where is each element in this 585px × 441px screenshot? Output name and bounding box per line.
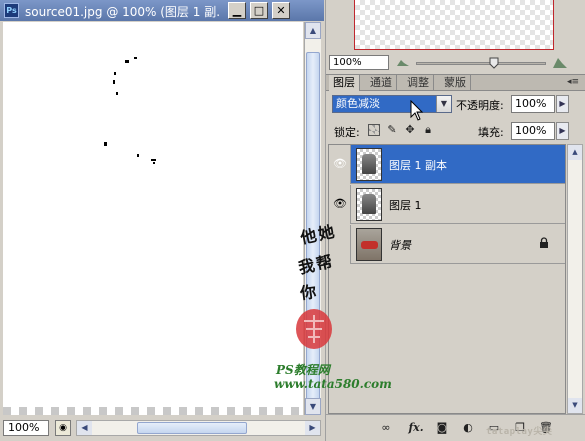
blend-row: 颜色减淡 ▼ 不透明度: 100% ▶	[326, 92, 585, 116]
layer-row[interactable]: 👁︎ 图层 1 副本	[329, 145, 565, 184]
blend-mode-select[interactable]: 颜色减淡 ▼	[332, 95, 452, 113]
scroll-up-icon[interactable]: ▲	[305, 22, 321, 39]
lock-label: 锁定:	[334, 126, 360, 139]
document-title: source01.jpg @ 100% (图层 1 副...	[25, 5, 221, 19]
lock-transparency-icon[interactable]	[368, 124, 380, 136]
photoshop-icon: Ps	[4, 3, 19, 18]
close-icon: ✕	[276, 4, 286, 17]
layer-name: 图层 1 副本	[389, 159, 447, 172]
visibility-toggle[interactable]	[329, 225, 351, 264]
minimize-button[interactable]: ▁	[228, 2, 246, 19]
fill-label: 填充:	[478, 126, 504, 139]
scroll-right-icon[interactable]: ▶	[305, 421, 320, 435]
maximize-button[interactable]: □	[250, 2, 268, 19]
layer-thumbnail	[356, 188, 382, 221]
navigator-zoom-slider[interactable]	[416, 62, 546, 65]
canvas-speck	[134, 57, 137, 59]
visibility-toggle[interactable]: 👁︎	[329, 185, 351, 224]
tab-masks[interactable]: 蒙版	[440, 75, 471, 91]
layer-row[interactable]: 背景	[329, 225, 565, 264]
zoom-in-icon[interactable]	[552, 55, 568, 69]
lock-all-icon[interactable]: 🔒︎	[422, 124, 434, 136]
canvas-speck	[137, 154, 139, 157]
navigator-zoom-field[interactable]: 100%	[329, 55, 389, 70]
eye-icon: 👁︎	[333, 157, 347, 170]
layer-thumbnail	[356, 148, 382, 181]
zoom-out-icon[interactable]	[396, 57, 410, 68]
document-statusbar: 100% ◉ ◀ ▶	[0, 416, 324, 441]
layers-list: 👁︎ 图层 1 副本 👁︎ 图层 1 背景	[328, 144, 566, 414]
scroll-left-icon[interactable]: ◀	[77, 421, 92, 435]
close-button[interactable]: ✕	[272, 2, 290, 19]
mask-icon[interactable]: ◙	[434, 421, 450, 435]
layer-name: 图层 1	[389, 199, 422, 212]
layer-name: 背景	[389, 239, 411, 252]
link-icon[interactable]: ∞	[378, 421, 394, 435]
document-window: Ps source01.jpg @ 100% (图层 1 副... ▁ □ ✕ …	[0, 0, 324, 441]
lock-paint-icon[interactable]: ✎	[386, 124, 398, 136]
lock-row: 锁定: ✎ ✥ 🔒︎ 填充: 100% ▶	[326, 120, 585, 142]
lock-move-icon[interactable]: ✥	[404, 124, 416, 136]
lock-icon	[540, 237, 548, 248]
canvas-speck	[153, 162, 155, 164]
tab-adjustments[interactable]: 调整	[403, 75, 434, 91]
image-canvas[interactable]	[3, 22, 303, 415]
layer-thumbnail	[356, 228, 382, 261]
fill-input[interactable]: 100%	[511, 122, 555, 140]
scroll-down-icon[interactable]: ▼	[305, 398, 321, 415]
scroll-up-icon[interactable]: ▲	[568, 145, 582, 160]
layers-scrollbar[interactable]: ▲ ▼	[567, 144, 583, 414]
opacity-input[interactable]: 100%	[511, 95, 555, 113]
navigator-preview[interactable]	[354, 0, 554, 50]
right-panel-dock: 100% 图层 通道 调整 蒙版 ◂≡ 颜色减淡 ▼ 不透明度: 100% ▶ …	[325, 0, 585, 441]
vertical-scroll-thumb[interactable]	[306, 52, 320, 402]
navigator-slider-thumb[interactable]	[489, 57, 499, 69]
tab-layers[interactable]: 图层	[329, 75, 360, 91]
eye-icon: 👁︎	[333, 197, 347, 210]
opacity-label: 不透明度:	[456, 99, 504, 112]
adjustment-icon[interactable]: ◐	[460, 421, 476, 435]
canvas-speck	[114, 72, 116, 75]
horizontal-scrollbar[interactable]: ◀ ▶	[76, 420, 321, 436]
canvas-speck	[116, 92, 118, 95]
fill-slider-icon[interactable]: ▶	[556, 122, 569, 140]
corner-watermark: tataplay尖尖	[486, 427, 553, 437]
canvas-speck	[151, 159, 156, 161]
chevron-down-icon[interactable]: ▼	[436, 96, 451, 112]
vertical-scrollbar[interactable]: ▲ ▼	[304, 22, 321, 415]
layer-row[interactable]: 👁︎ 图层 1	[329, 185, 565, 224]
visibility-toggle[interactable]: 👁︎	[329, 145, 351, 184]
status-menu-icon[interactable]: ◉	[55, 420, 71, 436]
transparency-edge	[3, 407, 303, 415]
fx-icon[interactable]: fx.	[408, 421, 424, 435]
maximize-icon: □	[253, 4, 265, 17]
scroll-down-icon[interactable]: ▼	[568, 398, 582, 413]
canvas-speck	[125, 60, 129, 63]
canvas-speck	[104, 142, 107, 146]
zoom-field[interactable]: 100%	[3, 420, 49, 436]
mouse-cursor-icon	[410, 100, 424, 121]
document-titlebar[interactable]: Ps source01.jpg @ 100% (图层 1 副... ▁ □ ✕	[0, 0, 324, 21]
minimize-icon: ▁	[232, 4, 242, 17]
horizontal-scroll-thumb[interactable]	[137, 422, 247, 434]
panel-menu-icon[interactable]: ◂≡	[567, 77, 579, 87]
layers-panel-tabs: 图层 通道 调整 蒙版 ◂≡	[326, 74, 585, 91]
tab-channels[interactable]: 通道	[366, 75, 397, 91]
canvas-speck	[113, 80, 115, 84]
opacity-slider-icon[interactable]: ▶	[556, 95, 569, 113]
